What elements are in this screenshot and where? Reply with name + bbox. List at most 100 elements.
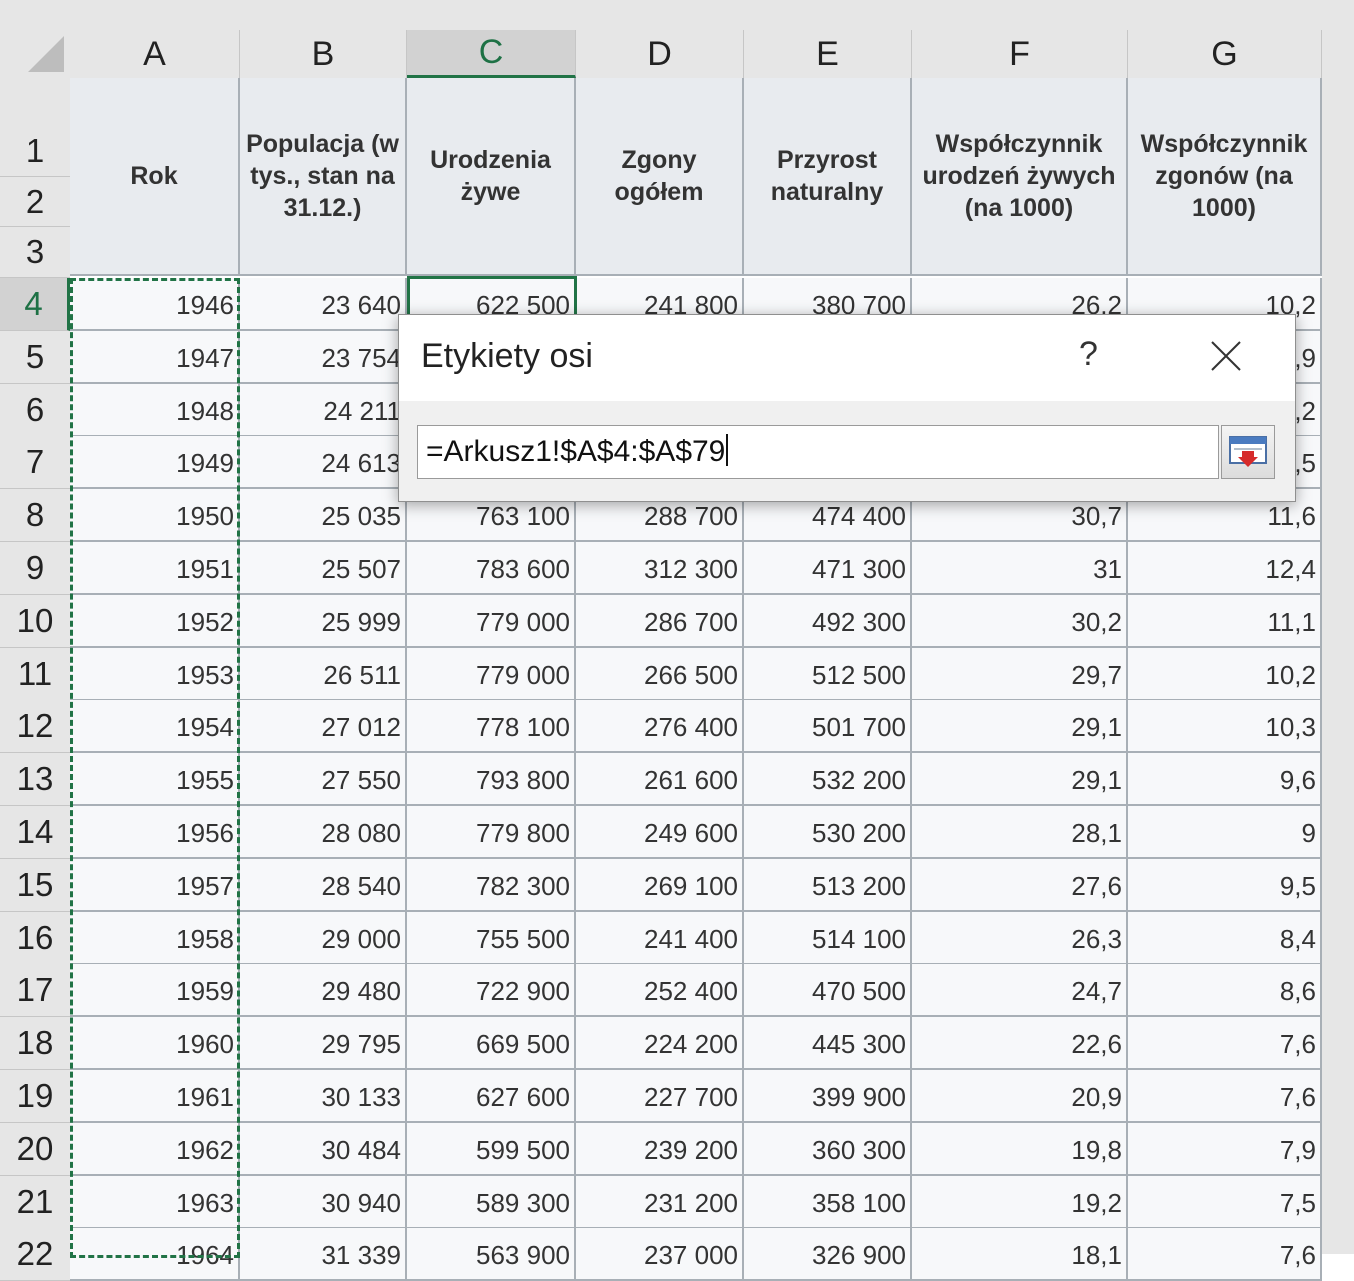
cell-e[interactable]: 512 500 — [744, 647, 912, 701]
cell-c[interactable]: 627 600 — [407, 1070, 576, 1123]
cell-f[interactable]: 26,3 — [912, 911, 1128, 965]
cell-g[interactable]: 11,1 — [1128, 594, 1322, 648]
cell-b[interactable]: 30 133 — [240, 1070, 407, 1123]
cell-c[interactable]: 779 800 — [407, 806, 576, 859]
cell-d[interactable]: 227 700 — [576, 1070, 744, 1123]
column-header-f[interactable]: F — [912, 30, 1128, 78]
cell-f[interactable]: 30,2 — [912, 594, 1128, 648]
cell-d[interactable]: 237 000 — [576, 1228, 744, 1281]
row-header-6[interactable]: 6 — [0, 383, 70, 437]
cell-g[interactable]: 9,5 — [1128, 858, 1322, 912]
cell-b[interactable]: 28 080 — [240, 806, 407, 859]
cell-f[interactable]: 29,1 — [912, 753, 1128, 807]
cell-g[interactable]: 8,6 — [1128, 964, 1322, 1018]
row-header-4[interactable]: 4 — [0, 278, 70, 331]
cell-c[interactable]: 778 100 — [407, 700, 576, 754]
cell-e[interactable]: 530 200 — [744, 806, 912, 859]
cell-f[interactable]: 29,1 — [912, 700, 1128, 754]
cell-g[interactable]: 7,6 — [1128, 1070, 1322, 1123]
cell-d[interactable]: 224 200 — [576, 1017, 744, 1071]
cell-c[interactable]: 669 500 — [407, 1017, 576, 1071]
header-cell-e[interactable]: Przyrost naturalny — [744, 78, 912, 276]
cell-e[interactable]: 471 300 — [744, 542, 912, 595]
cell-f[interactable]: 18,1 — [912, 1228, 1128, 1281]
header-cell-f[interactable]: Współczynnik urodzeń żywych (na 1000) — [912, 78, 1128, 276]
cell-a[interactable]: 1946 — [70, 278, 240, 331]
cell-g[interactable]: 9 — [1128, 806, 1322, 859]
cell-a[interactable]: 1955 — [70, 753, 240, 807]
cell-a[interactable]: 1948 — [70, 383, 240, 437]
cell-c[interactable]: 563 900 — [407, 1228, 576, 1281]
cell-b[interactable]: 24 613 — [240, 436, 407, 490]
cell-c[interactable]: 589 300 — [407, 1175, 576, 1229]
column-header-e[interactable]: E — [744, 30, 912, 78]
cell-c[interactable]: 782 300 — [407, 858, 576, 912]
cell-g[interactable]: 10,3 — [1128, 700, 1322, 754]
cell-f[interactable]: 19,8 — [912, 1122, 1128, 1176]
cell-b[interactable]: 29 000 — [240, 911, 407, 965]
cell-f[interactable]: 19,2 — [912, 1175, 1128, 1229]
cell-d[interactable]: 276 400 — [576, 700, 744, 754]
cell-a[interactable]: 1964 — [70, 1228, 240, 1281]
cell-c[interactable]: 793 800 — [407, 753, 576, 807]
cell-g[interactable]: 7,9 — [1128, 1122, 1322, 1176]
cell-a[interactable]: 1951 — [70, 542, 240, 595]
close-button[interactable] — [1211, 341, 1241, 371]
row-header-10[interactable]: 10 — [0, 594, 70, 648]
cell-e[interactable]: 445 300 — [744, 1017, 912, 1071]
cell-b[interactable]: 25 035 — [240, 489, 407, 543]
cell-a[interactable]: 1953 — [70, 647, 240, 701]
cell-e[interactable]: 470 500 — [744, 964, 912, 1018]
cell-e[interactable]: 501 700 — [744, 700, 912, 754]
cell-c[interactable]: 599 500 — [407, 1122, 576, 1176]
cell-e[interactable]: 514 100 — [744, 911, 912, 965]
cell-f[interactable]: 20,9 — [912, 1070, 1128, 1123]
cell-a[interactable]: 1954 — [70, 700, 240, 754]
cell-g[interactable]: 7,6 — [1128, 1017, 1322, 1071]
column-header-g[interactable]: G — [1128, 30, 1322, 78]
cell-b[interactable]: 27 550 — [240, 753, 407, 807]
cell-d[interactable]: 261 600 — [576, 753, 744, 807]
row-header-14[interactable]: 14 — [0, 806, 70, 859]
cell-f[interactable]: 31 — [912, 542, 1128, 595]
cell-g[interactable]: 7,5 — [1128, 1175, 1322, 1229]
cell-c[interactable]: 783 600 — [407, 542, 576, 595]
cell-g[interactable]: 7,6 — [1128, 1228, 1322, 1281]
column-header-c[interactable]: C — [407, 30, 576, 78]
row-header-5[interactable]: 5 — [0, 330, 70, 384]
cell-e[interactable]: 326 900 — [744, 1228, 912, 1281]
cell-e[interactable]: 399 900 — [744, 1070, 912, 1123]
help-button[interactable]: ? — [1079, 335, 1098, 374]
select-all-corner[interactable] — [0, 30, 70, 78]
cell-c[interactable]: 755 500 — [407, 911, 576, 965]
cell-a[interactable]: 1947 — [70, 330, 240, 384]
cell-g[interactable]: 10,2 — [1128, 647, 1322, 701]
cell-c[interactable]: 722 900 — [407, 964, 576, 1018]
row-header-3[interactable]: 3 — [0, 227, 70, 278]
row-header-11[interactable]: 11 — [0, 647, 70, 701]
cell-d[interactable]: 266 500 — [576, 647, 744, 701]
cell-f[interactable]: 28,1 — [912, 806, 1128, 859]
row-header-21[interactable]: 21 — [0, 1175, 70, 1229]
cell-a[interactable]: 1949 — [70, 436, 240, 490]
row-header-12[interactable]: 12 — [0, 700, 70, 754]
cell-g[interactable]: 12,4 — [1128, 542, 1322, 595]
header-cell-a[interactable]: Rok — [70, 78, 240, 276]
cell-d[interactable]: 312 300 — [576, 542, 744, 595]
cell-a[interactable]: 1957 — [70, 858, 240, 912]
cell-a[interactable]: 1956 — [70, 806, 240, 859]
cell-d[interactable]: 269 100 — [576, 858, 744, 912]
cell-b[interactable]: 24 211 — [240, 383, 407, 437]
column-header-b[interactable]: B — [240, 30, 407, 78]
cell-b[interactable]: 29 795 — [240, 1017, 407, 1071]
row-header-16[interactable]: 16 — [0, 911, 70, 965]
cell-d[interactable]: 286 700 — [576, 594, 744, 648]
cell-d[interactable]: 239 200 — [576, 1122, 744, 1176]
row-header-19[interactable]: 19 — [0, 1070, 70, 1123]
cell-a[interactable]: 1958 — [70, 911, 240, 965]
cell-a[interactable]: 1963 — [70, 1175, 240, 1229]
cell-a[interactable]: 1959 — [70, 964, 240, 1018]
header-cell-c[interactable]: Urodzenia żywe — [407, 78, 576, 276]
row-header-22[interactable]: 22 — [0, 1228, 70, 1281]
collapse-dialog-button[interactable] — [1221, 425, 1275, 479]
